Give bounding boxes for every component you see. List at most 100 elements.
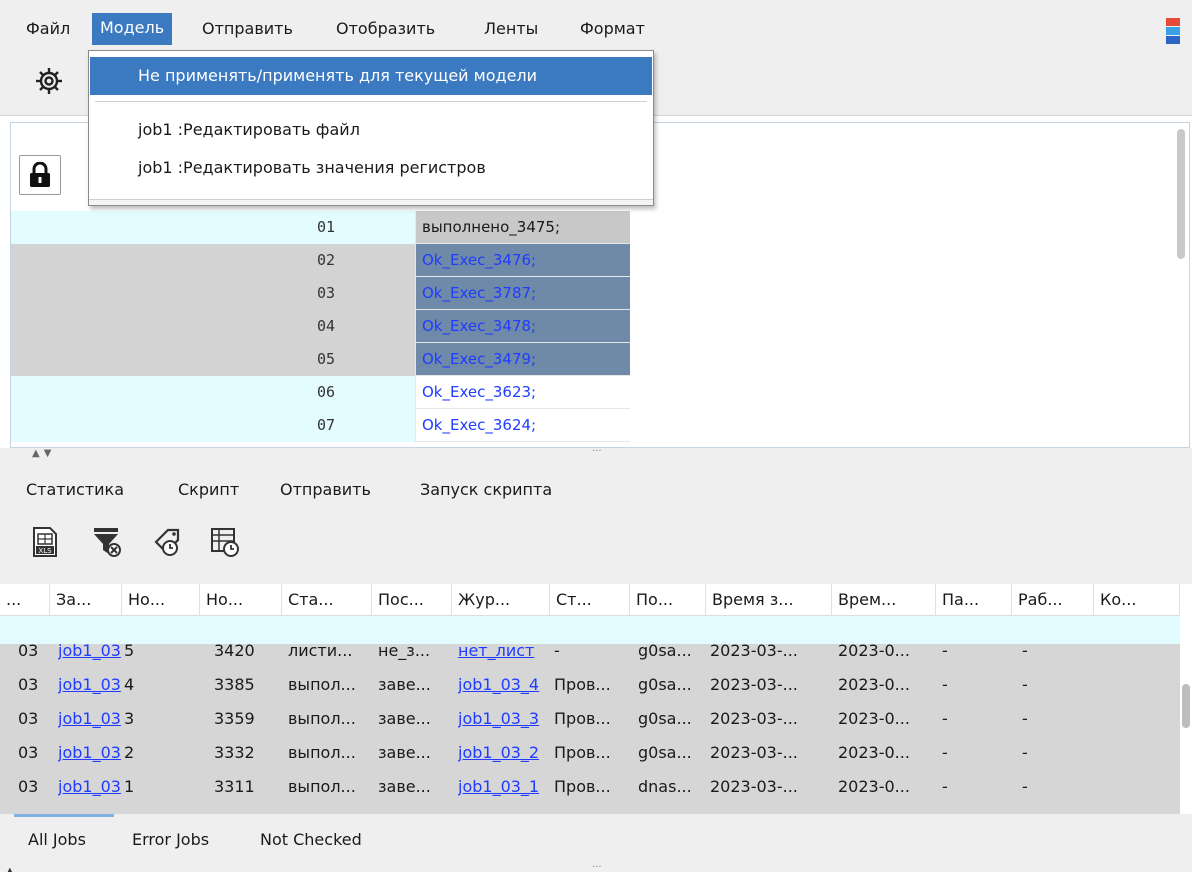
expand-arrow-icon[interactable]: ▲: [6, 866, 14, 872]
cell-user: g0sa...: [638, 644, 692, 660]
cell-log-link[interactable]: job1_03_4: [458, 668, 552, 702]
cell-stage: Пров...: [554, 743, 611, 762]
cell-stage: Пров...: [554, 709, 611, 728]
column-header[interactable]: Пос...: [372, 584, 452, 616]
grid-row[interactable]: 02 Ok_Exec_3476;: [11, 244, 631, 277]
menu-bar: Файл Модель Отправить Отобразить Ленты Ф…: [0, 0, 1192, 50]
column-header[interactable]: Но...: [122, 584, 200, 616]
cell-idx: 03: [18, 743, 39, 762]
cell-start-time: 2023-03-...: [710, 777, 798, 796]
register-value[interactable]: Ok_Exec_3479;: [415, 343, 630, 376]
grid-row[interactable]: 07 Ok_Exec_3624;: [11, 409, 631, 442]
table-row[interactable]: 03 job1_03 3 3359 выпол... заве... job1_…: [0, 702, 1180, 736]
table-clock-icon[interactable]: [210, 526, 240, 558]
cell-stage: Пров...: [554, 675, 611, 694]
column-header[interactable]: Раб...: [1012, 584, 1094, 616]
splitter-handle-icon[interactable]: ···: [592, 862, 602, 872]
cell-user: dnas...: [638, 777, 692, 796]
cell-number: 4: [124, 675, 135, 694]
tab-error-jobs[interactable]: Error Jobs: [132, 830, 209, 849]
lock-icon: [30, 162, 50, 187]
collapse-arrows-icon[interactable]: ▲▼: [32, 448, 55, 459]
cell-id: 3311: [214, 777, 255, 796]
menu-item-edit-registers[interactable]: job1 :Редактировать значения регистров: [90, 149, 652, 187]
menu-item-toggle-apply-model[interactable]: Не применять/применять для текущей модел…: [90, 57, 652, 95]
panel-splitter[interactable]: ▲▼ ···: [0, 446, 1192, 464]
cell-last: не_з...: [378, 644, 431, 660]
menu-item-edit-file[interactable]: job1 :Редактировать файл: [90, 111, 652, 149]
cell-log-link[interactable]: нет_лист: [458, 644, 552, 668]
column-header[interactable]: Жур...: [452, 584, 550, 616]
xls-export-icon[interactable]: XLS: [30, 526, 60, 558]
table-row[interactable]: 03 job1_03 2 3332 выпол... заве... job1_…: [0, 736, 1180, 770]
column-header[interactable]: ...: [0, 584, 50, 616]
grid-row[interactable]: 06 Ok_Exec_3623;: [11, 376, 631, 409]
table-row[interactable]: 03 job1_03 1 3311 выпол... заве... job1_…: [0, 770, 1180, 804]
grid-row[interactable]: 04 Ok_Exec_3478;: [11, 310, 631, 343]
grid-row[interactable]: 03 Ok_Exec_3787;: [11, 277, 631, 310]
cell-job-link[interactable]: job1_03: [58, 736, 124, 770]
cell-last: заве...: [378, 675, 431, 694]
tag-clock-icon[interactable]: [152, 526, 182, 558]
column-header[interactable]: Па...: [936, 584, 1012, 616]
splitter-handle-icon[interactable]: ···: [592, 446, 602, 457]
table-filter-row[interactable]: [0, 616, 1180, 644]
tab-not-checked[interactable]: Not Checked: [260, 830, 362, 849]
column-header[interactable]: За...: [50, 584, 122, 616]
cell-log-link[interactable]: job1_03_3: [458, 702, 552, 736]
column-header[interactable]: Врем...: [832, 584, 936, 616]
cell-start-time: 2023-03-...: [710, 743, 798, 762]
tab-all-jobs[interactable]: All Jobs: [28, 830, 86, 849]
table-vertical-scrollbar[interactable]: [1182, 684, 1190, 728]
cell-last: заве...: [378, 777, 431, 796]
grid-row[interactable]: 05 Ok_Exec_3479;: [11, 343, 631, 376]
grid-row[interactable]: 01 выполнено_3475;: [11, 211, 631, 244]
menu-file[interactable]: Файл: [18, 14, 78, 44]
table-row[interactable]: 03 job1_03 5 3420 листи... не_з... нет_л…: [0, 644, 1180, 668]
tab-statistics[interactable]: Статистика: [26, 480, 124, 499]
cell-param: -: [942, 777, 948, 796]
register-value[interactable]: Ok_Exec_3623;: [415, 376, 630, 409]
register-value[interactable]: Ok_Exec_3478;: [415, 310, 630, 343]
menu-model[interactable]: Модель: [92, 13, 173, 45]
cell-log-link[interactable]: job1_03_2: [458, 736, 552, 770]
cell-job-link[interactable]: job1_03: [58, 644, 124, 668]
column-header[interactable]: По...: [630, 584, 706, 616]
column-header[interactable]: Но...: [200, 584, 282, 616]
cell-status: листи...: [288, 644, 353, 660]
row-number: 03: [317, 284, 336, 302]
menu-format[interactable]: Формат: [572, 14, 653, 44]
cell-job-link[interactable]: job1_03: [58, 770, 124, 804]
cell-work: -: [1022, 777, 1028, 796]
tab-run-script[interactable]: Запуск скрипта: [420, 480, 552, 499]
filter-clear-icon[interactable]: [92, 526, 122, 558]
tab-send[interactable]: Отправить: [280, 480, 371, 499]
column-header[interactable]: Ко...: [1094, 584, 1180, 616]
cell-status: выпол...: [288, 777, 356, 796]
register-value[interactable]: выполнено_3475;: [415, 211, 630, 244]
tab-script[interactable]: Скрипт: [178, 480, 239, 499]
cell-id: 3420: [214, 644, 255, 660]
vertical-scrollbar[interactable]: [1177, 129, 1185, 259]
column-header[interactable]: Время з...: [706, 584, 832, 616]
cell-end-time: 2023-0...: [838, 675, 910, 694]
menu-bottom-edge: [89, 199, 653, 205]
cell-log-link[interactable]: job1_03_1: [458, 770, 552, 804]
cell-job-link[interactable]: job1_03: [58, 668, 124, 702]
row-number: 05: [317, 350, 336, 368]
register-value[interactable]: Ok_Exec_3787;: [415, 277, 630, 310]
active-tab-indicator: [14, 814, 114, 817]
column-header[interactable]: Ст...: [550, 584, 630, 616]
menu-feeds[interactable]: Ленты: [476, 14, 546, 44]
register-value[interactable]: Ok_Exec_3476;: [415, 244, 630, 277]
settings-gear-icon[interactable]: [34, 66, 64, 96]
cell-end-time: 2023-0...: [838, 777, 910, 796]
menu-send[interactable]: Отправить: [194, 14, 301, 44]
register-value[interactable]: Ok_Exec_3624;: [415, 409, 630, 442]
lock-button[interactable]: [19, 155, 61, 195]
column-header[interactable]: Ста...: [282, 584, 372, 616]
cell-idx: 03: [18, 777, 39, 796]
menu-display[interactable]: Отобразить: [328, 14, 443, 44]
table-row[interactable]: 03 job1_03 4 3385 выпол... заве... job1_…: [0, 668, 1180, 702]
cell-job-link[interactable]: job1_03: [58, 702, 124, 736]
